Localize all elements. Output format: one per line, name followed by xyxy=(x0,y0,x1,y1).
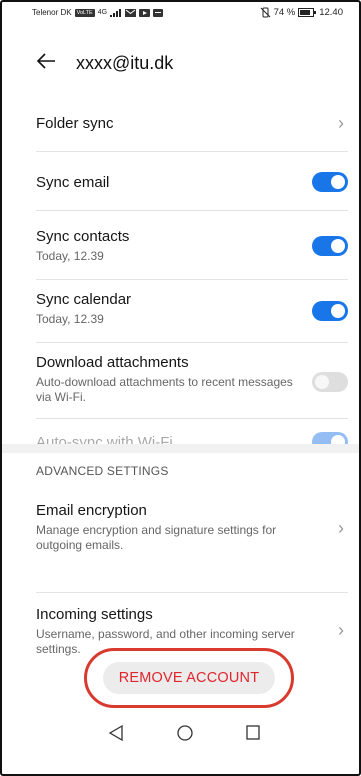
arrow-left-icon[interactable] xyxy=(36,51,56,71)
status-right: 74 % 12.40 xyxy=(260,7,343,18)
nav-home-icon[interactable] xyxy=(176,724,194,742)
status-bar: Telenor DK VoLTE 4G 74 % 12.40 xyxy=(2,2,359,24)
page-title: xxxx@itu.dk xyxy=(76,53,174,73)
sync-email-label: Sync email xyxy=(36,174,110,191)
app-bar: xxxx@itu.dk xyxy=(2,46,359,86)
sync-calendar-label: Sync calendar xyxy=(36,291,132,308)
clock: 12.40 xyxy=(319,7,343,18)
remove-account-button[interactable]: REMOVE ACCOUNT xyxy=(103,662,275,694)
download-attachments-description: Auto-download attachments to recent mess… xyxy=(36,375,293,404)
toggle-knob xyxy=(315,375,329,389)
sync-contacts-label: Sync contacts xyxy=(36,228,130,245)
volte-badge: VoLTE xyxy=(74,8,95,17)
email-encryption-description: Manage encryption and signature settings… xyxy=(36,523,277,552)
signal-icon xyxy=(110,8,122,17)
battery-percent: 74 % xyxy=(273,7,296,18)
remove-account-highlight: REMOVE ACCOUNT xyxy=(84,648,294,708)
email-encryption-row[interactable]: Email encryption Manage encryption and s… xyxy=(36,502,348,562)
mail-notification-icon xyxy=(125,8,137,17)
message-notification-icon xyxy=(153,8,164,17)
toggle-knob xyxy=(331,175,345,189)
divider xyxy=(36,342,348,343)
carrier-name: Telenor DK xyxy=(32,8,72,17)
phone-screen: Telenor DK VoLTE 4G 74 % 12.40 xxxx@itu.… xyxy=(0,0,361,776)
sync-contacts-toggle[interactable] xyxy=(312,236,348,256)
video-notification-icon xyxy=(139,8,151,17)
battery-icon xyxy=(298,8,317,17)
email-encryption-label: Email encryption xyxy=(36,502,147,519)
divider xyxy=(36,151,348,152)
folder-sync-row[interactable]: Folder sync › xyxy=(36,113,348,137)
divider xyxy=(36,210,348,211)
chevron-right-icon: › xyxy=(338,113,344,133)
nav-back-icon[interactable] xyxy=(108,724,124,742)
system-nav-bar xyxy=(2,720,359,774)
toggle-knob xyxy=(331,304,345,318)
chevron-right-icon: › xyxy=(338,620,344,640)
folder-sync-label: Folder sync xyxy=(36,115,114,132)
advanced-settings-heading: ADVANCED SETTINGS xyxy=(36,464,169,478)
toggle-knob xyxy=(331,239,345,253)
divider xyxy=(36,592,348,593)
sync-calendar-timestamp: Today, 12.39 xyxy=(36,312,104,326)
chevron-right-icon: › xyxy=(338,518,344,538)
network-type: 4G xyxy=(97,9,108,16)
divider xyxy=(36,418,348,419)
sync-email-row[interactable]: Sync email xyxy=(36,172,348,196)
download-attachments-label: Download attachments xyxy=(36,354,189,371)
sync-calendar-toggle[interactable] xyxy=(312,301,348,321)
incoming-settings-label: Incoming settings xyxy=(36,606,153,623)
vibrate-off-icon xyxy=(260,7,270,18)
download-attachments-row[interactable]: Download attachments Auto-download attac… xyxy=(36,354,348,412)
status-left: Telenor DK VoLTE 4G xyxy=(32,8,164,17)
divider xyxy=(36,279,348,280)
section-separator xyxy=(2,444,359,453)
sync-contacts-row[interactable]: Sync contacts Today, 12.39 xyxy=(36,228,348,268)
sync-contacts-timestamp: Today, 12.39 xyxy=(36,249,104,263)
nav-recents-icon[interactable] xyxy=(245,724,261,742)
sync-calendar-row[interactable]: Sync calendar Today, 12.39 xyxy=(36,291,348,331)
sync-email-toggle[interactable] xyxy=(312,172,348,192)
download-attachments-toggle[interactable] xyxy=(312,372,348,392)
